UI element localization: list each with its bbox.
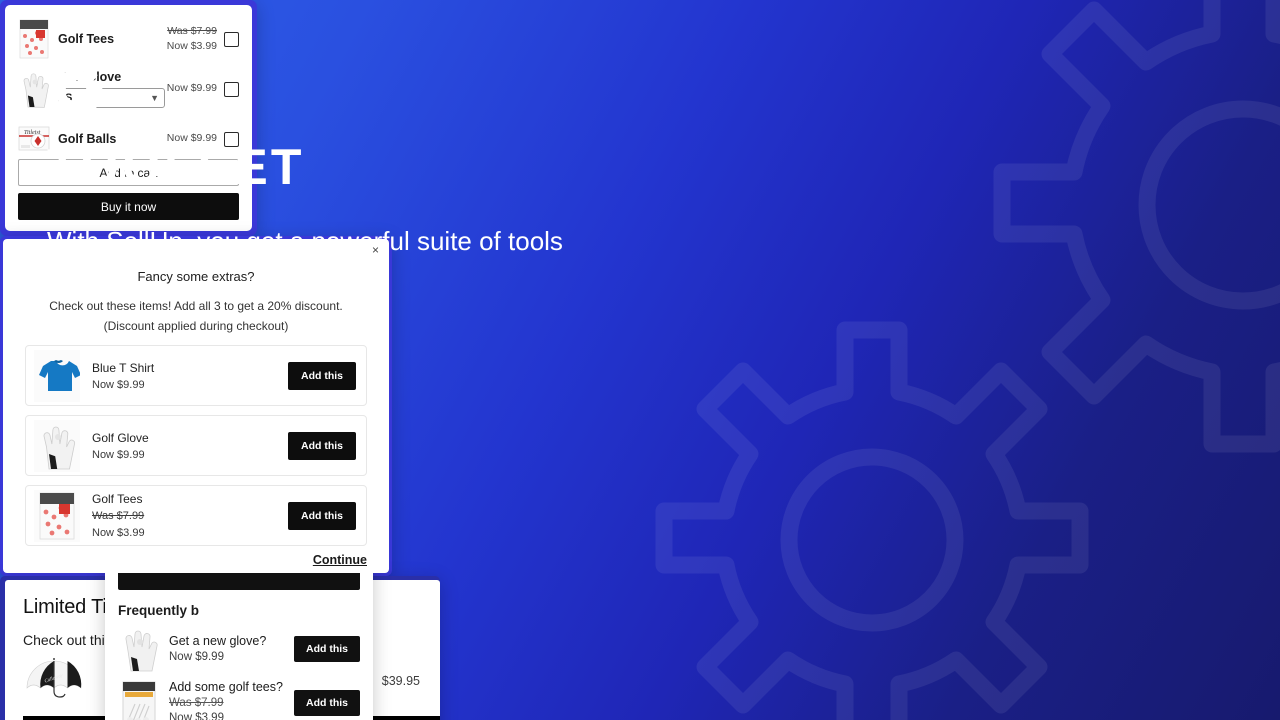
fbt-add-this-button[interactable]: Add this xyxy=(294,636,360,662)
cart-item-row: Golf Tees Was $7.99 Now $3.99 xyxy=(18,19,239,59)
golf-tees-pack-thumb xyxy=(122,681,156,720)
extras-add-this-button[interactable]: Add this xyxy=(288,501,356,530)
continue-link[interactable]: Continue xyxy=(313,553,367,567)
cart-item-checkbox[interactable] xyxy=(224,31,239,47)
fbt-item-now-price: Now $3.99 xyxy=(169,712,224,720)
fbt-add-this-button[interactable]: Add this xyxy=(294,690,360,716)
extras-item-now-price: Now $9.99 xyxy=(92,378,145,391)
extras-modal-title: Fancy some extras? xyxy=(137,269,255,284)
list-item: Golf Tees Was $7.99 Now $3.99 Add this xyxy=(25,485,367,547)
blue-tshirt-thumb xyxy=(34,349,80,402)
extras-item-name: Golf Glove xyxy=(92,430,149,445)
fbt-item-was-price: Was $7.99 xyxy=(169,696,224,709)
extras-item-name: Golf Tees xyxy=(92,492,143,507)
extras-add-this-button[interactable]: Add this xyxy=(288,431,356,460)
extras-item-now-price: Now $9.99 xyxy=(92,448,145,461)
cart-item-name: Golf Tees xyxy=(58,32,115,46)
extras-add-this-button[interactable]: Add this xyxy=(288,361,356,390)
list-item: Add some golf tees? Was $7.99 Now $3.99 … xyxy=(118,676,360,720)
extras-item-was-price: Was $7.99 xyxy=(92,510,145,523)
frequently-bought-heading: Frequently b xyxy=(118,603,200,618)
extras-modal: × Fancy some extras? Check out these ite… xyxy=(0,236,392,576)
cart-item-now-price: Now $3.99 xyxy=(166,40,217,52)
list-item: Golf Glove Now $9.99 Add this xyxy=(25,415,367,477)
golf-umbrella-thumb: Callaway xyxy=(26,658,82,698)
fbt-item-question: Get a new glove? xyxy=(169,633,267,648)
golf-glove-thumb xyxy=(23,73,49,108)
extras-modal-description: Check out these items! Add all 3 to get … xyxy=(49,299,343,334)
golf-glove-thumb xyxy=(34,419,80,472)
list-item: Blue T Shirt Now $9.99 Add this xyxy=(25,345,367,407)
extras-item-now-price: Now $3.99 xyxy=(92,526,145,539)
promo-banner: TOOLSET With SellUp, you get a powerful … xyxy=(0,0,1280,720)
golf-tees-thumb xyxy=(34,489,80,542)
offer-product-price: $39.95 xyxy=(381,674,420,688)
golf-tees-thumb xyxy=(19,19,49,59)
golf-balls-thumb: Titleist xyxy=(18,126,50,151)
extras-item-name: Blue T Shirt xyxy=(92,360,155,375)
fbt-item-question: Add some golf tees? xyxy=(169,680,283,695)
cart-item-was-price: Was $7.99 xyxy=(167,24,217,37)
close-icon[interactable]: × xyxy=(372,244,379,256)
list-item: Get a new glove? Now $9.99 Add this xyxy=(118,622,360,676)
gear-icon xyxy=(49,64,103,117)
fbt-item-now-price: Now $9.99 xyxy=(169,650,224,663)
page-title: TOOLSET xyxy=(47,139,305,195)
golf-glove-thumb xyxy=(125,630,158,672)
